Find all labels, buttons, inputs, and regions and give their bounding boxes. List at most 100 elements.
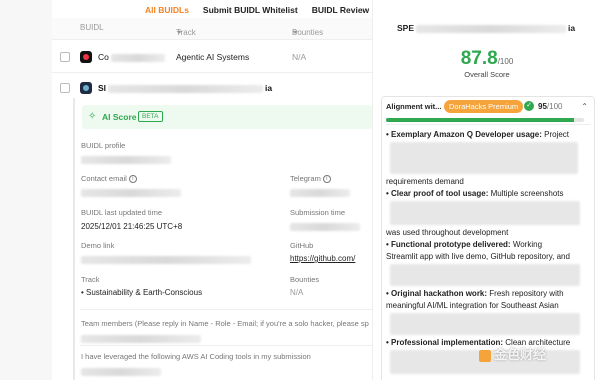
note-heading: • Clear proof of tool usage: xyxy=(386,189,489,198)
redacted-text xyxy=(110,53,165,62)
note-heading: • Original hackathon work: xyxy=(386,289,488,298)
note-text: Multiple screenshots xyxy=(488,189,564,198)
dorahacks-premium-badge: DoraHacks Premium xyxy=(444,100,524,113)
redacted-text xyxy=(81,255,251,264)
note-line: • Exemplary Amazon Q Developer usage: Pr… xyxy=(386,130,569,141)
profile-label: BUIDL profile xyxy=(81,141,126,150)
buidl-track: Agentic AI Systems xyxy=(176,52,250,62)
note-text: Streamlit app with live demo, GitHub rep… xyxy=(386,252,570,261)
table-header: BUIDL Track ⏷ Bounties ⏷ xyxy=(52,18,372,40)
tab-all-buidls[interactable]: All BUIDLs xyxy=(145,0,189,23)
alignment-progress-fill xyxy=(386,118,575,122)
note-line: • Original hackathon work: Fresh reposit… xyxy=(386,289,564,300)
overall-score-denominator: /100 xyxy=(497,57,514,66)
note-line: • Functional prototype delivered: Workin… xyxy=(386,240,542,251)
table-row[interactable]: Sl ia xyxy=(52,74,372,104)
team-members-answer xyxy=(81,334,201,343)
redacted-text xyxy=(390,264,580,286)
alignment-progress-bar xyxy=(386,118,584,122)
telegram-value xyxy=(290,188,350,197)
alignment-score-denominator: /100 xyxy=(546,102,563,111)
info-icon[interactable]: i xyxy=(128,175,137,184)
buidl-name-suffix: ia xyxy=(265,83,273,93)
note-line: requirements demand xyxy=(386,177,464,188)
alignment-score: 95/100 xyxy=(538,102,562,111)
ai-score-toggle[interactable]: ✧ AI Score BETA xyxy=(82,105,372,129)
submission-time-label: Submission time xyxy=(290,208,346,217)
buidl-name-text: Sl xyxy=(98,83,107,93)
watermark-text: 金色财经 xyxy=(494,347,547,362)
demo-link-label: Demo link xyxy=(81,241,115,250)
demo-link-value[interactable] xyxy=(81,255,251,264)
avatar-mark xyxy=(83,54,89,60)
aws-tools-answer xyxy=(81,367,161,376)
avatar xyxy=(80,82,92,94)
github-link[interactable]: https://github.com/ xyxy=(290,254,355,263)
redacted-text xyxy=(81,155,171,164)
note-text: requirements demand xyxy=(386,177,464,186)
detail-divider xyxy=(73,98,75,380)
row-checkbox[interactable] xyxy=(60,83,70,93)
buidl-name[interactable]: Sl ia xyxy=(98,83,272,93)
note-text: Fresh repository with xyxy=(487,289,564,298)
filter-icon[interactable]: ⏷ xyxy=(176,28,182,38)
tab-buidl-review[interactable]: BUIDL Review xyxy=(312,0,369,20)
redacted-text xyxy=(81,367,161,376)
sparkle-icon: ✧ xyxy=(88,111,97,122)
left-gutter xyxy=(0,0,52,380)
ai-score-panel: SPE ia 87.8/100 Overall Score Alignment w… xyxy=(372,0,600,380)
note-text: Project xyxy=(541,130,570,139)
watermark-logo-icon xyxy=(479,349,491,362)
track-label: Track xyxy=(81,275,100,284)
overall-score-label: Overall Score xyxy=(464,70,510,79)
bounties-value: N/A xyxy=(290,288,304,297)
track-value: • Sustainability & Earth-Conscious xyxy=(81,288,203,297)
alignment-card: Alignment wit... DoraHacks Premium ✓ 95/… xyxy=(381,96,595,380)
overall-score: 87.8/100 xyxy=(373,48,600,70)
buidl-bounties: N/A xyxy=(292,52,307,62)
info-icon[interactable]: i xyxy=(322,175,331,184)
tab-submit-whitelist[interactable]: Submit BUIDL Whitelist xyxy=(203,0,298,20)
panel-title-start: SPE xyxy=(397,23,415,33)
aws-tools-question: I have leveraged the following AWS AI Co… xyxy=(81,352,311,361)
redacted-text xyxy=(390,142,578,174)
alignment-heading[interactable]: Alignment wit... xyxy=(386,102,441,111)
team-members-question: Team members (Please reply in Name - Rol… xyxy=(81,319,369,328)
note-text: meaningful AI/ML integration for Southea… xyxy=(386,301,559,310)
filter-icon[interactable]: ⏷ xyxy=(292,28,298,38)
note-line: • Clear proof of tool usage: Multiple sc… xyxy=(386,189,564,200)
divider xyxy=(386,124,590,125)
redacted-text xyxy=(108,84,264,93)
contact-email-text: Contact email xyxy=(81,174,127,183)
check-icon: ✓ xyxy=(524,101,534,111)
profile-value xyxy=(81,155,171,164)
tab-bar: All BUIDLs Submit BUIDL Whitelist BUIDL … xyxy=(145,0,369,23)
buidl-name-text: Co xyxy=(98,52,109,62)
buidl-name[interactable]: Co xyxy=(98,52,165,62)
github-label: GitHub xyxy=(290,241,314,250)
redacted-text xyxy=(390,201,580,225)
submission-time-value xyxy=(290,222,360,231)
contact-email-value xyxy=(81,188,181,197)
note-line: meaningful AI/ML integration for Southea… xyxy=(386,301,559,312)
divider xyxy=(80,309,372,310)
updated-time-value: 2025/12/01 21:46:25 UTC+8 xyxy=(81,222,183,231)
redacted-text xyxy=(81,334,201,343)
note-line: Streamlit app with live demo, GitHub rep… xyxy=(386,252,570,263)
overall-score-value: 87.8 xyxy=(460,48,498,69)
divider xyxy=(80,345,372,346)
redacted-text xyxy=(416,24,567,33)
note-heading: • Functional prototype delivered: xyxy=(386,240,511,249)
redacted-text xyxy=(290,222,360,231)
redacted-text xyxy=(390,313,580,335)
redacted-text xyxy=(81,188,181,197)
buidl-list-panel: All BUIDLs Submit BUIDL Whitelist BUIDL … xyxy=(0,0,372,380)
column-buidl[interactable]: BUIDL xyxy=(80,23,104,32)
row-checkbox[interactable] xyxy=(60,52,70,62)
ai-score-label: AI Score xyxy=(102,112,137,122)
beta-badge: BETA xyxy=(138,111,163,122)
table-row[interactable]: Co Agentic AI Systems N/A xyxy=(52,43,372,73)
panel-title-end: ia xyxy=(568,23,576,33)
chevron-up-icon[interactable]: ⌃ xyxy=(581,102,588,111)
alignment-score-value: 95 xyxy=(538,102,547,111)
